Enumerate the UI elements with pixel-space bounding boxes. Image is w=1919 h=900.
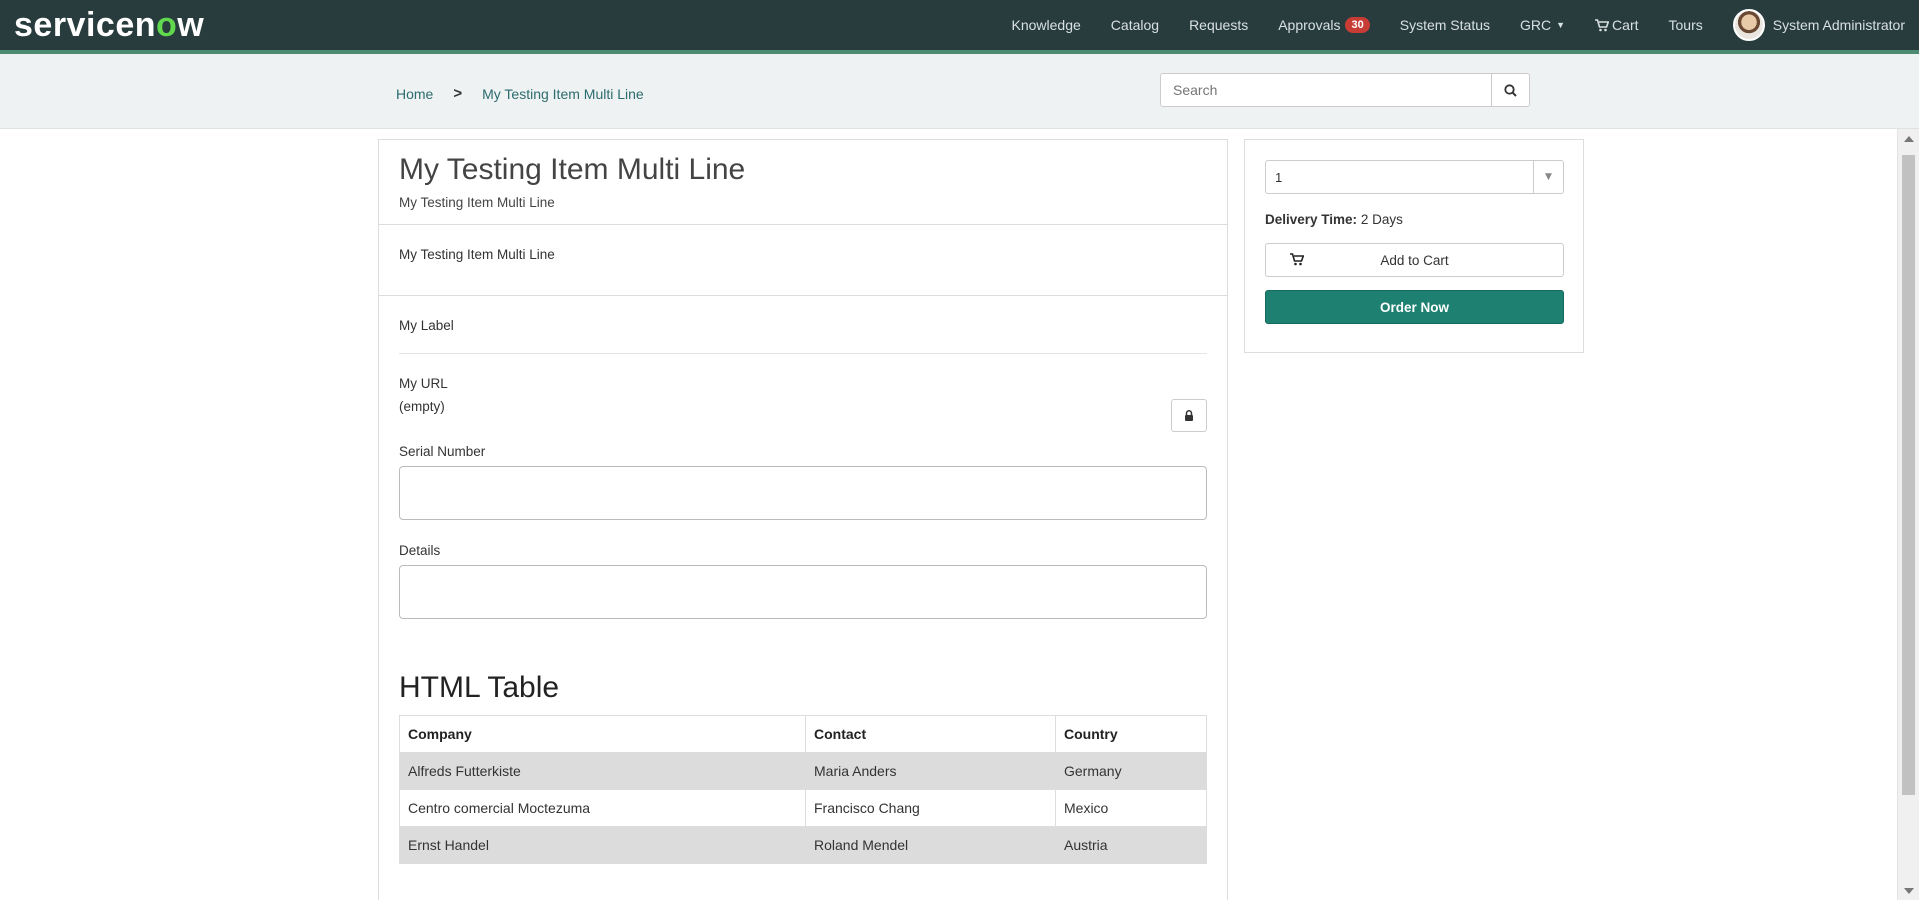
servicenow-logo[interactable]: servicenow	[14, 6, 204, 45]
nav-knowledge[interactable]: Knowledge	[1012, 17, 1081, 33]
serial-number-field: Serial Number	[399, 444, 1207, 520]
table-row: Centro comercial Moctezuma Francisco Cha…	[399, 789, 1207, 827]
cart-icon	[1595, 18, 1610, 31]
my-url-field: My URL (empty)	[399, 354, 1207, 444]
nav-cart-label: Cart	[1612, 17, 1639, 33]
table-cell: Ernst Handel	[399, 826, 806, 864]
item-form: My Label My URL (empty) Serial Number De…	[379, 296, 1227, 864]
quantity-select[interactable]: 1 ▼	[1265, 160, 1564, 194]
my-url-label: My URL	[399, 376, 448, 391]
quantity-value: 1	[1275, 169, 1283, 185]
item-description: My Testing Item Multi Line	[379, 225, 1227, 296]
serial-number-input[interactable]	[399, 466, 1207, 520]
table-cell: Maria Anders	[805, 752, 1056, 790]
item-header: My Testing Item Multi Line My Testing It…	[379, 140, 1227, 225]
user-name: System Administrator	[1772, 17, 1905, 33]
table-header: Company	[399, 715, 806, 753]
lock-icon	[1185, 410, 1193, 421]
chevron-down-icon: ▼	[1533, 161, 1563, 193]
breadcrumb: Home > My Testing Item Multi Line	[396, 85, 644, 102]
nav-cart[interactable]: Cart	[1595, 17, 1639, 33]
delivery-time-value: 2 Days	[1360, 212, 1403, 227]
details-field: Details	[399, 543, 1207, 619]
page-scrollbar[interactable]	[1897, 129, 1919, 900]
scrollbar-thumb[interactable]	[1902, 155, 1915, 795]
table-header-row: Company Contact Country	[399, 715, 1207, 753]
nav-catalog[interactable]: Catalog	[1111, 17, 1159, 33]
table-cell: Austria	[1055, 826, 1207, 864]
nav-approvals[interactable]: Approvals 30	[1278, 17, 1370, 33]
page-title: My Testing Item Multi Line	[399, 153, 746, 186]
nav-grc-dropdown[interactable]: GRC ▼	[1520, 17, 1565, 33]
nav-tours[interactable]: Tours	[1669, 17, 1703, 33]
html-table-heading: HTML Table	[399, 671, 560, 704]
my-url-value: (empty)	[399, 399, 445, 414]
nav-approvals-label: Approvals	[1278, 17, 1341, 33]
table-header: Country	[1055, 715, 1207, 753]
add-to-cart-button[interactable]: Add to Cart	[1265, 243, 1564, 277]
chevron-right-icon: >	[453, 85, 463, 102]
search-button[interactable]	[1491, 74, 1529, 106]
serial-number-label: Serial Number	[399, 444, 486, 459]
top-navbar: servicenow Knowledge Catalog Requests Ap…	[0, 0, 1919, 54]
table-cell: Germany	[1055, 752, 1207, 790]
table-cell: Alfreds Futterkiste	[399, 752, 806, 790]
my-label-text: My Label	[399, 296, 1207, 354]
avatar	[1732, 9, 1765, 41]
order-panel: 1 ▼ Delivery Time: 2 Days Add to Cart Or…	[1244, 139, 1584, 353]
table-cell: Roland Mendel	[805, 826, 1056, 864]
breadcrumb-current[interactable]: My Testing Item Multi Line	[482, 86, 644, 102]
cart-icon	[1290, 253, 1304, 266]
nav-system-status[interactable]: System Status	[1400, 17, 1490, 33]
delivery-time-label: Delivery Time:	[1265, 212, 1358, 227]
nav-links: Knowledge Catalog Requests Approvals 30 …	[982, 0, 1905, 50]
breadcrumb-band: Home > My Testing Item Multi Line	[0, 54, 1919, 129]
delivery-time: Delivery Time: 2 Days	[1265, 212, 1563, 227]
details-input[interactable]	[399, 565, 1207, 619]
table-cell: Mexico	[1055, 789, 1207, 827]
chevron-down-icon: ▼	[1556, 20, 1566, 30]
order-now-button[interactable]: Order Now	[1265, 290, 1564, 324]
breadcrumb-home[interactable]: Home	[396, 86, 433, 102]
details-label: Details	[399, 543, 441, 558]
user-menu[interactable]: System Administrator	[1732, 9, 1905, 41]
unlock-url-button[interactable]	[1171, 399, 1207, 432]
add-to-cart-label: Add to Cart	[1380, 252, 1449, 268]
table-row: Ernst Handel Roland Mendel Austria	[399, 826, 1207, 864]
html-table: Company Contact Country Alfreds Futterki…	[399, 715, 1207, 864]
table-header: Contact	[805, 715, 1056, 753]
scroll-down-arrow-icon[interactable]	[1904, 888, 1914, 894]
item-short-description: My Testing Item Multi Line	[399, 195, 555, 210]
approvals-count-badge: 30	[1345, 17, 1370, 33]
search-box	[1160, 73, 1530, 107]
catalog-item-card: My Testing Item Multi Line My Testing It…	[378, 139, 1228, 900]
search-input[interactable]	[1161, 74, 1491, 106]
search-icon	[1504, 83, 1517, 97]
scroll-up-arrow-icon[interactable]	[1904, 136, 1914, 142]
table-cell: Centro comercial Moctezuma	[399, 789, 806, 827]
table-row: Alfreds Futterkiste Maria Anders Germany	[399, 752, 1207, 790]
table-cell: Francisco Chang	[805, 789, 1056, 827]
nav-requests[interactable]: Requests	[1189, 17, 1248, 33]
nav-grc-label: GRC	[1520, 17, 1552, 33]
